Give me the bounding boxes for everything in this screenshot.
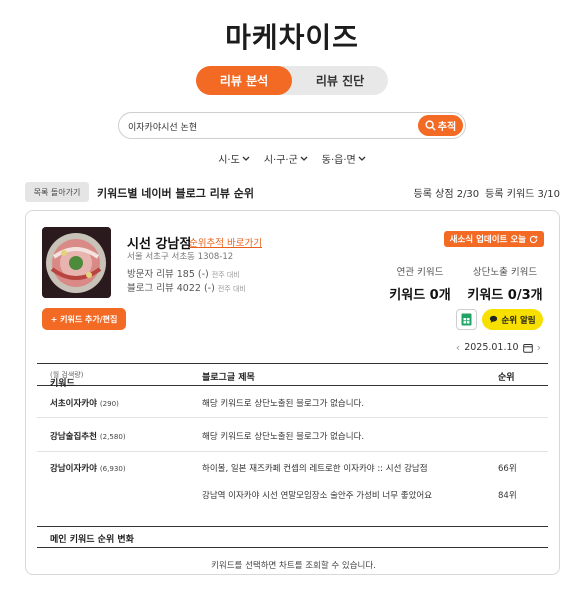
add-edit-keyword-button[interactable]: + 키워드 추가/편집: [42, 308, 126, 330]
row-blog-title[interactable]: 하이볼, 일본 재즈카페 컨셉의 레트로한 이자카야 :: 시선 강남점: [202, 462, 428, 474]
visitor-review-stat: 방문자 리뷰 185 (-) 전주 대비: [127, 266, 240, 280]
search-input[interactable]: [128, 118, 418, 134]
row-blog-title[interactable]: 강남역 이자카야 시선 연말모임장소 술안주 가성비 너무 좋았어요: [202, 489, 432, 501]
chevron-down-icon: [358, 156, 366, 161]
blog-review-stat: 블로그 리뷰 4022 (-) 전주 대비: [127, 280, 246, 294]
related-keyword-label: 연관 키워드: [396, 267, 444, 278]
update-badge-label: 새소식 업데이트: [449, 235, 508, 245]
calendar-icon[interactable]: [522, 343, 533, 353]
rank-alert-button[interactable]: 순위 알림: [482, 309, 543, 330]
col-blog-title: 블로그글 제목: [202, 373, 255, 383]
related-keyword-value: 키워드 0개: [389, 288, 451, 303]
store-count: 등록 상점 2/30: [413, 189, 480, 200]
row-blog-title: 해당 키워드로 상단노출된 블로그가 없습니다.: [202, 399, 365, 409]
region-select-province[interactable]: 시·도: [218, 151, 250, 166]
rank-change-title: 메인 키워드 순위 변화: [37, 526, 548, 548]
col-rank: 순위: [498, 373, 515, 383]
registration-counts: 등록 상점 2/30 등록 키워드 3/10: [414, 185, 560, 200]
rank-alert-label: 순위 알림: [501, 315, 536, 326]
row-blog-title: 해당 키워드로 상단노출된 블로그가 없습니다.: [202, 432, 365, 442]
chat-bubble-icon: [490, 315, 498, 323]
region-filters: 시·도 시·구·군 동·읍·면: [0, 151, 584, 166]
stat-value: 185 (-): [176, 269, 209, 280]
tab-review-diagnosis[interactable]: 리뷰 진단: [292, 66, 388, 95]
table-row[interactable]: 강남이자카야 (6,930) 하이볼, 일본 재즈카페 컨셉의 레트로한 이자카…: [37, 452, 548, 508]
keyword-volume: (290): [99, 399, 119, 408]
keyword-text: 강남이자카야: [50, 464, 97, 474]
stat-note: 전주 대비: [211, 271, 240, 279]
tab-review-analysis[interactable]: 리뷰 분석: [196, 66, 292, 95]
export-sheet-button[interactable]: [456, 309, 477, 330]
region-label: 동·읍·면: [321, 155, 356, 166]
row-keyword: 강남이자카야 (6,930): [50, 462, 126, 474]
rank-change-note: 키워드를 선택하면 차트를 조회할 수 있습니다.: [211, 561, 376, 571]
chevron-left-icon[interactable]: ‹: [456, 341, 460, 354]
date-navigator: ‹ 2025.01.10 ›: [456, 341, 541, 354]
table-row[interactable]: 서초이자카야 (290) 해당 키워드로 상단노출된 블로그가 없습니다.: [37, 386, 548, 418]
selected-date: 2025.01.10: [464, 342, 519, 353]
region-select-town[interactable]: 동·읍·면: [322, 151, 366, 166]
spreadsheet-icon: [461, 313, 472, 326]
row-rank: 84위: [498, 491, 517, 501]
row-keyword: 강남술집추천 (2,580): [50, 430, 126, 442]
keyword-text: 서초이자카야: [50, 399, 97, 409]
stat-value: 4022 (-): [176, 283, 215, 294]
stat-label: 블로그 리뷰: [127, 283, 174, 294]
keyword-count: 등록 키워드 3/10: [485, 189, 560, 200]
app-logo: 마케차이즈: [225, 21, 359, 54]
region-label: 시·도: [218, 155, 240, 166]
chevron-down-icon: [300, 156, 308, 161]
region-label: 시·구·군: [263, 155, 298, 166]
search-bar: 추적: [118, 112, 466, 139]
table-row[interactable]: 강남술집추천 (2,580) 해당 키워드로 상단노출된 블로그가 없습니다.: [37, 418, 548, 452]
row-keyword: 서초이자카야 (290): [50, 397, 119, 409]
chevron-down-icon: [242, 156, 250, 161]
search-button-label: 추적: [437, 122, 457, 133]
refresh-icon: [529, 235, 538, 243]
search-button[interactable]: 추적: [418, 115, 463, 136]
keyword-text: 강남술집추천: [50, 432, 97, 442]
row-rank: 66위: [498, 464, 517, 474]
search-icon: [425, 120, 436, 131]
chevron-right-icon[interactable]: ›: [537, 341, 541, 354]
back-to-list-button[interactable]: 목록 돌아가기: [25, 182, 89, 202]
news-update-badge[interactable]: 새소식 업데이트 오늘: [443, 231, 544, 247]
store-address: 서울 서초구 서초동 1308-12: [127, 252, 234, 262]
related-keyword-summary: 연관 키워드 키워드 0개: [388, 264, 452, 303]
store-thumbnail: [42, 227, 111, 298]
rank-tracking-link[interactable]: 순위추적 바로가기: [189, 235, 262, 249]
top-keyword-summary: 상단노출 키워드 키워드 0/3개: [462, 264, 548, 303]
stat-label: 방문자 리뷰: [127, 269, 174, 280]
top-keyword-label: 상단노출 키워드: [472, 267, 538, 278]
keyword-volume: (6,930): [99, 464, 126, 473]
stat-note: 전주 대비: [217, 285, 246, 293]
keyword-volume: (2,580): [99, 432, 126, 441]
table-header: 키워드 (월 검색량) 블로그글 제목 순위: [37, 363, 548, 389]
store-card: 시선 강남점 순위추적 바로가기 서울 서초구 서초동 1308-12 방문자 …: [25, 210, 560, 575]
top-keyword-value: 키워드 0/3개: [467, 288, 543, 303]
page-title: 키워드별 네이버 블로그 리뷰 순위: [97, 187, 254, 200]
update-badge-when: 오늘: [510, 235, 526, 245]
region-select-city[interactable]: 시·구·군: [264, 151, 308, 166]
col-keyword: 키워드 (월 검색량): [50, 370, 83, 389]
mode-tabs: 리뷰 분석 리뷰 진단: [196, 66, 388, 95]
